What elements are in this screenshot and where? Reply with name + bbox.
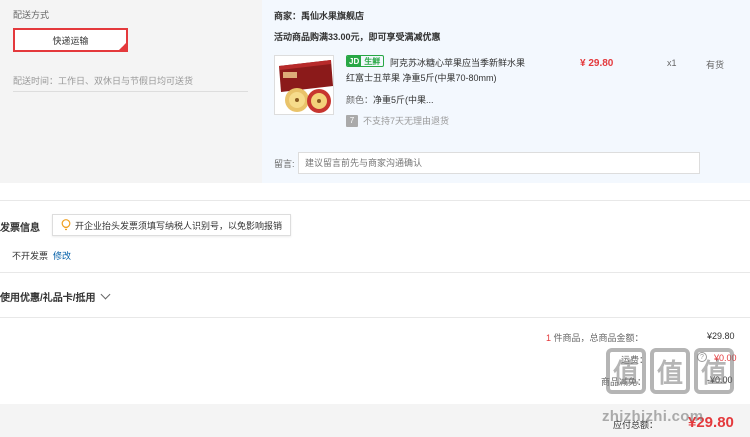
coupon-toggle[interactable]: 使用优惠/礼品卡/抵用: [0, 289, 111, 304]
fresh-badge: JD 生鲜: [346, 55, 385, 67]
promo-text: 活动商品购满33.00元，即可享受满减优惠: [274, 32, 441, 42]
invoice-value: 不开发票: [12, 251, 49, 261]
stock-status: 有货: [706, 60, 725, 70]
goods-count-row: 1 件商品，总商品金额：: [546, 331, 644, 344]
freight-label: 运费：: [621, 355, 649, 365]
divider: [13, 91, 248, 92]
jd-fresh-icon: JD: [347, 56, 362, 66]
return-policy: 7 不支持7天无理由退货: [346, 114, 449, 127]
lightbulb-icon: [61, 219, 71, 231]
chevron-down-icon: [100, 289, 111, 300]
divider: [0, 317, 750, 318]
express-shipping-option[interactable]: 快递运输 ✓: [13, 28, 128, 52]
product-color-value: 净重5斤(中果...: [373, 95, 434, 105]
watermark-glyph: 值: [650, 348, 690, 394]
check-icon: ✓: [120, 43, 126, 49]
product-quantity: x1: [667, 58, 677, 68]
fresh-badge-label: 生鲜: [364, 56, 381, 66]
invoice-edit-link[interactable]: 修改: [53, 249, 71, 262]
invoice-tip: 开企业抬头发票须填写纳税人识别号，以免影响报销: [52, 214, 292, 236]
product-name-line1[interactable]: 阿克苏冰糖心苹果应当季新鲜水果: [390, 56, 525, 69]
goods-total-label: 件商品，总商品金额：: [551, 333, 644, 343]
pay-total-label: 应付总额：: [613, 420, 659, 430]
message-input[interactable]: [298, 152, 700, 174]
divider: [0, 200, 750, 201]
divider: [0, 272, 750, 273]
product-color-label: 颜色：: [346, 95, 374, 105]
invoice-tip-text: 开企业抬头发票须填写纳税人识别号，以免影响报销: [75, 220, 283, 231]
discount-value: -¥0.00: [707, 375, 733, 385]
order-panel: 商家：禹仙水果旗舰店 活动商品购满33.00元，即可享受满减优惠 JD 生鲜 阿…: [262, 0, 750, 183]
invoice-title: 发票信息: [0, 223, 40, 234]
coupon-label: 使用优惠/礼品卡/抵用: [0, 293, 96, 304]
delivery-time: 配送时间：工作日、双休日与节假日均可送货: [13, 76, 194, 86]
return-policy-text: 不支持7天无理由退货: [363, 116, 450, 126]
product-name-line2[interactable]: 红富士丑苹果 净重5斤(中果70-80mm): [346, 71, 497, 84]
pay-total: ¥29.80: [688, 414, 734, 431]
message-label: 留言:: [274, 159, 295, 169]
product-price: ¥ 29.80: [580, 58, 614, 69]
product-image[interactable]: [274, 55, 334, 115]
seller-name: 商家：禹仙水果旗舰店: [274, 11, 365, 21]
freight-value: ¥0.00: [714, 353, 737, 363]
shipping-title: 配送方式: [13, 10, 50, 20]
product-color: 颜色：净重5斤(中果...: [346, 93, 434, 106]
shipping-panel: 配送方式 快递运输 ✓ 配送时间：工作日、双休日与节假日均可送货: [0, 0, 262, 183]
goods-total: ¥29.80: [707, 331, 735, 341]
no-return-icon: 7: [346, 114, 358, 127]
discount-label: 商品减免：: [601, 377, 647, 387]
help-icon[interactable]: ?: [697, 352, 707, 362]
express-shipping-label: 快递运输: [52, 35, 89, 46]
